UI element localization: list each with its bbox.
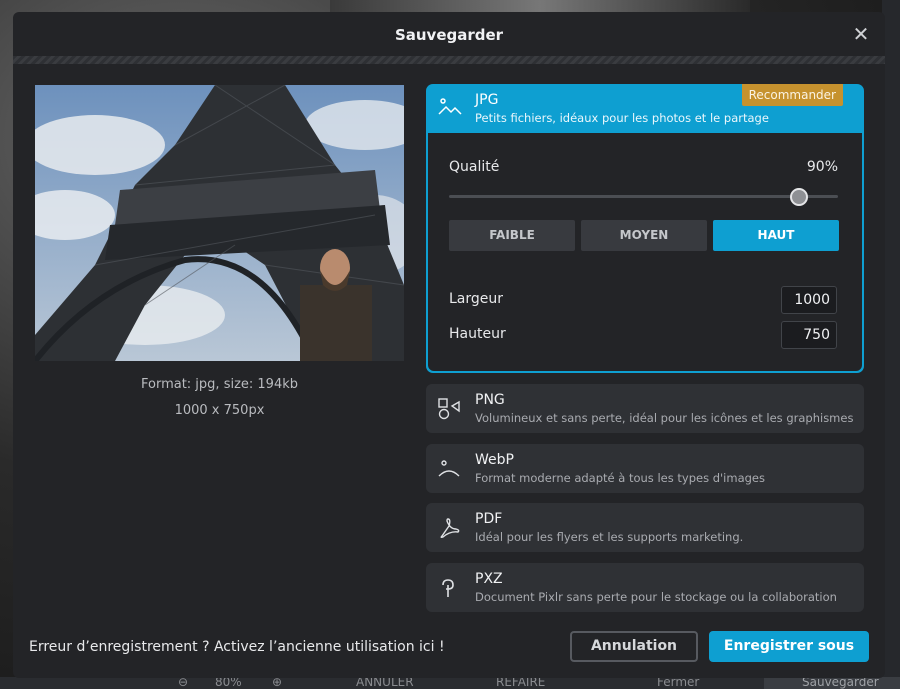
quality-slider-thumb[interactable] <box>790 188 809 206</box>
jpg-header[interactable]: JPG Petits fichiers, idéaux pour les pho… <box>426 84 864 132</box>
file-info: Format: jpg, size: 194kb 1000 x 750px <box>35 372 404 424</box>
recommended-badge: Recommander <box>741 84 843 106</box>
save-as-button[interactable]: Enregistrer sous <box>709 631 869 662</box>
image-preview <box>35 85 404 361</box>
format-option-jpg[interactable]: JPG Petits fichiers, idéaux pour les pho… <box>426 84 864 373</box>
image-mountain-icon <box>438 96 462 120</box>
bg-save-button[interactable]: Sauvegarder <box>764 675 900 689</box>
pxz-description: Document Pixlr sans perte pour le stocka… <box>475 590 837 604</box>
save-dialog: Sauvegarder ✕ Format: jpg, size: 194kb 1… <box>13 12 885 678</box>
header-divider <box>13 56 885 64</box>
pxz-name: PXZ <box>475 571 503 587</box>
file-dimensions: 1000 x 750px <box>174 403 265 418</box>
format-option-pdf[interactable]: PDF Idéal pour les flyers et les support… <box>426 503 864 552</box>
quality-label: Qualité <box>449 159 500 175</box>
smile-icon <box>438 458 460 480</box>
quality-low-button[interactable]: FAIBLE <box>449 220 575 251</box>
pdf-icon <box>438 517 460 539</box>
width-label: Largeur <box>449 291 504 307</box>
format-option-pxz[interactable]: PXZ Document Pixlr sans perte pour le st… <box>426 563 864 612</box>
quality-medium-button[interactable]: MOYEN <box>581 220 707 251</box>
shapes-icon <box>438 398 460 420</box>
format-option-png[interactable]: PNG Volumineux et sans perte, idéal pour… <box>426 384 864 433</box>
file-format-size: Format: jpg, size: 194kb <box>140 377 298 392</box>
dialog-header: Sauvegarder <box>13 12 885 58</box>
pdf-description: Idéal pour les flyers et les supports ma… <box>475 530 744 544</box>
jpg-name: JPG <box>475 92 499 108</box>
width-input[interactable]: 1000 <box>781 286 837 314</box>
height-label: Hauteur <box>449 326 506 342</box>
webp-description: Format moderne adapté à tous les types d… <box>475 471 765 485</box>
height-input[interactable]: 750 <box>781 321 837 349</box>
pixlr-icon <box>438 577 460 599</box>
close-button[interactable]: ✕ <box>849 22 873 46</box>
quality-value: 90% <box>806 159 838 175</box>
legacy-save-link[interactable]: Erreur d’enregistrement ? Activez l’anci… <box>29 639 445 655</box>
png-name: PNG <box>475 392 505 408</box>
png-description: Volumineux et sans perte, idéal pour les… <box>475 411 854 425</box>
cancel-button[interactable]: Annulation <box>570 631 698 662</box>
pdf-name: PDF <box>475 511 503 527</box>
close-icon: ✕ <box>852 22 870 46</box>
quality-high-button[interactable]: HAUT <box>713 220 839 251</box>
jpg-description: Petits fichiers, idéaux pour les photos … <box>475 111 769 125</box>
jpg-settings: Qualité 90% FAIBLE MOYEN HAUT Largeur 10… <box>428 133 862 371</box>
quality-slider[interactable] <box>449 188 838 206</box>
format-option-webp[interactable]: WebP Format moderne adapté à tous les ty… <box>426 444 864 493</box>
webp-name: WebP <box>475 452 514 468</box>
dialog-title: Sauvegarder <box>394 26 504 44</box>
